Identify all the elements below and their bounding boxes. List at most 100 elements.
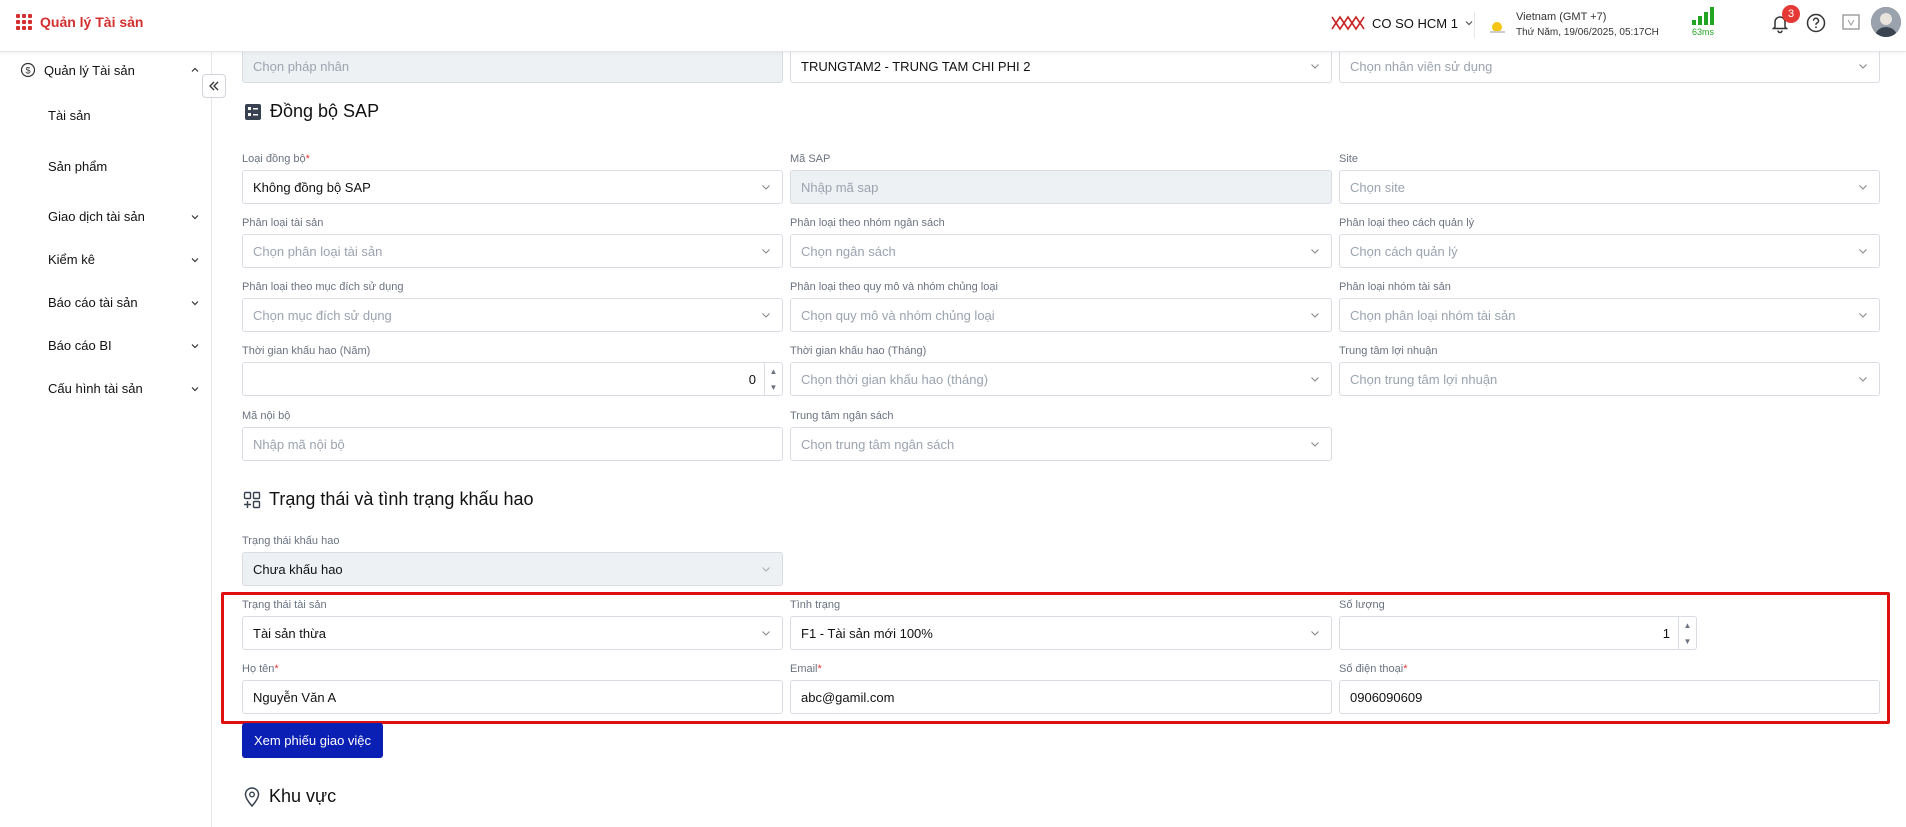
mgmt-method-select[interactable]: Chọn cách quản lý xyxy=(1339,234,1880,268)
chevron-down-icon xyxy=(1311,631,1319,636)
sidebar-item-bi-reports[interactable]: Báo cáo BI xyxy=(48,338,200,353)
datetime-label: Thứ Năm, 19/06/2025, 05:17CH xyxy=(1516,27,1659,38)
condition-select[interactable]: F1 - Tài sản mới 100% xyxy=(790,616,1332,650)
user-select[interactable]: Chọn nhân viên sử dụng xyxy=(1339,49,1880,83)
select-placeholder: Chọn trung tâm ngân sách xyxy=(801,436,955,452)
svg-text:$: $ xyxy=(25,66,30,76)
input-value: 1 xyxy=(1662,625,1670,641)
budget-center-select[interactable]: Chọn trung tâm ngân sách xyxy=(790,427,1332,461)
view-task-slip-button[interactable]: Xem phiếu giao việc xyxy=(242,723,383,758)
legal-entity-select[interactable]: Chọn pháp nhân xyxy=(242,49,783,83)
help-icon[interactable] xyxy=(1805,12,1827,34)
chevron-down-icon xyxy=(191,386,199,391)
select-placeholder: Chọn mục đích sử dụng xyxy=(253,307,392,323)
spin-down-icon[interactable]: ▼ xyxy=(1684,637,1692,646)
dep-years-label: Thời gian khấu hao (Năm) xyxy=(242,345,371,357)
signal-bars-icon xyxy=(1688,5,1718,25)
select-placeholder: Chọn phân loại tài sản xyxy=(253,243,383,259)
select-placeholder: Chọn site xyxy=(1350,179,1405,195)
sidebar-item-inventory-check[interactable]: Kiểm kê xyxy=(48,252,200,267)
input-placeholder: Nhập mã nội bộ xyxy=(253,436,345,452)
app-brand[interactable]: Quản lý Tài sản xyxy=(16,14,143,30)
asset-class-label: Phân loại tài sản xyxy=(242,217,324,229)
select-placeholder: Chọn nhân viên sử dụng xyxy=(1350,58,1493,74)
divider xyxy=(1474,12,1475,38)
spin-up-icon[interactable]: ▲ xyxy=(770,367,778,376)
internal-code-label: Mã nội bộ xyxy=(242,410,291,422)
asset-class-select[interactable]: Chọn phân loại tài sản xyxy=(242,234,783,268)
input-value: abc@gamil.com xyxy=(801,689,895,705)
sidebar-item-asset-config[interactable]: Cấu hình tài sản xyxy=(48,381,200,396)
asset-group-label: Phân loại nhóm tài sản xyxy=(1339,281,1451,293)
quantity-label: Số lượng xyxy=(1339,599,1385,611)
condition-label: Tình trạng xyxy=(790,599,841,611)
network-signal: 63ms xyxy=(1688,5,1718,37)
sidebar-group-asset-management[interactable]: $ Quản lý Tài sản xyxy=(20,62,200,78)
collapse-sidebar-button[interactable] xyxy=(202,74,226,98)
phone-label: Số điện thoại* xyxy=(1339,663,1408,675)
timezone-label: Vietnam (GMT +7) xyxy=(1516,11,1607,23)
email-field[interactable]: abc@gamil.com xyxy=(790,680,1332,714)
section-title: Khu vực xyxy=(269,786,337,806)
org-selector[interactable]: CO SO HCM 1 xyxy=(1330,14,1474,32)
sidebar-item-assets[interactable]: Tài sản xyxy=(48,108,200,123)
notification-badge: 3 xyxy=(1782,5,1800,23)
dep-status-select[interactable]: Chưa khấu hao xyxy=(242,552,783,586)
budget-group-select[interactable]: Chọn ngân sách xyxy=(790,234,1332,268)
spin-down-icon[interactable]: ▼ xyxy=(770,383,778,392)
select-placeholder: Chọn thời gian khấu hao (tháng) xyxy=(801,371,989,387)
chevron-down-icon xyxy=(191,343,199,348)
sidebar-item-asset-transactions[interactable]: Giao dịch tài sản xyxy=(48,209,200,224)
chevron-down-icon xyxy=(1859,377,1867,382)
site-select[interactable]: Chọn site xyxy=(1339,170,1880,204)
sap-code-input[interactable]: Nhập mã sap xyxy=(790,170,1332,204)
apps-grid-icon[interactable] xyxy=(16,14,32,30)
language-flag-icon[interactable] xyxy=(1841,12,1861,32)
input-value: 0906090609 xyxy=(1350,689,1423,705)
sidebar-item-label: Sản phẩm xyxy=(48,159,108,174)
sidebar-item-asset-reports[interactable]: Báo cáo tài sản xyxy=(48,295,200,310)
phone-input[interactable]: 0906090609 xyxy=(1339,680,1880,714)
scale-label: Phân loại theo quy mô và nhóm chủng loại xyxy=(790,281,998,293)
scale-select[interactable]: Chọn quy mô và nhóm chủng loại xyxy=(790,298,1332,332)
budget-center-label: Trung tâm ngân sách xyxy=(790,410,894,422)
sync-type-select[interactable]: Không đồng bộ SAP xyxy=(242,170,783,204)
purpose-label: Phân loại theo mục đích sử dụng xyxy=(242,281,404,293)
number-spinner[interactable]: ▲ ▼ xyxy=(764,363,782,395)
number-spinner[interactable]: ▲ ▼ xyxy=(1678,617,1696,649)
fullname-input[interactable]: Nguyễn Văn A xyxy=(242,680,783,714)
dep-years-input[interactable]: 0 ▲ ▼ xyxy=(242,362,783,396)
chevron-down-icon xyxy=(191,214,199,219)
top-header: Quản lý Tài sản CO SO HCM 1 Vietnam (GMT… xyxy=(0,0,1906,52)
sidebar-item-label: Giao dịch tài sản xyxy=(48,209,145,224)
asset-group-select[interactable]: Chọn phân loại nhóm tài sản xyxy=(1339,298,1880,332)
double-chevron-left-icon xyxy=(209,81,219,91)
site-label: Site xyxy=(1339,153,1358,165)
chevron-down-icon xyxy=(762,631,770,636)
sidebar-item-label: Tài sản xyxy=(48,108,91,123)
internal-code-input[interactable]: Nhập mã nội bộ xyxy=(242,427,783,461)
chevron-down-icon xyxy=(1311,64,1319,69)
profit-center-select[interactable]: Chọn trung tâm lợi nhuận xyxy=(1339,362,1880,396)
user-avatar[interactable] xyxy=(1871,7,1901,37)
select-placeholder: Chọn pháp nhân xyxy=(253,58,350,74)
sidebar-item-products[interactable]: Sản phẩm xyxy=(48,159,200,174)
chevron-down-icon xyxy=(762,313,770,318)
select-value: Không đồng bộ SAP xyxy=(253,179,371,195)
sync-type-label: Loại đồng bộ* xyxy=(242,153,310,165)
sidebar-item-label: Báo cáo BI xyxy=(48,338,112,353)
cost-center-select[interactable]: TRUNGTAM2 - TRUNG TAM CHI PHI 2 xyxy=(790,49,1332,83)
input-value: 0 xyxy=(748,371,756,387)
sap-code-label: Mã SAP xyxy=(790,153,831,165)
chevron-down-icon xyxy=(1311,249,1319,254)
select-placeholder: Chọn ngân sách xyxy=(801,243,896,259)
sidebar-item-label: Kiểm kê xyxy=(48,252,95,267)
quantity-stepper[interactable]: 1 ▲ ▼ xyxy=(1339,616,1697,650)
dep-months-select[interactable]: Chọn thời gian khấu hao (tháng) xyxy=(790,362,1332,396)
chevron-down-icon xyxy=(762,567,770,572)
purpose-select[interactable]: Chọn mục đích sử dụng xyxy=(242,298,783,332)
location-pin-icon xyxy=(244,786,260,807)
chevron-down-icon xyxy=(1311,442,1319,447)
asset-status-select[interactable]: Tài sản thừa xyxy=(242,616,783,650)
spin-up-icon[interactable]: ▲ xyxy=(1684,621,1692,630)
